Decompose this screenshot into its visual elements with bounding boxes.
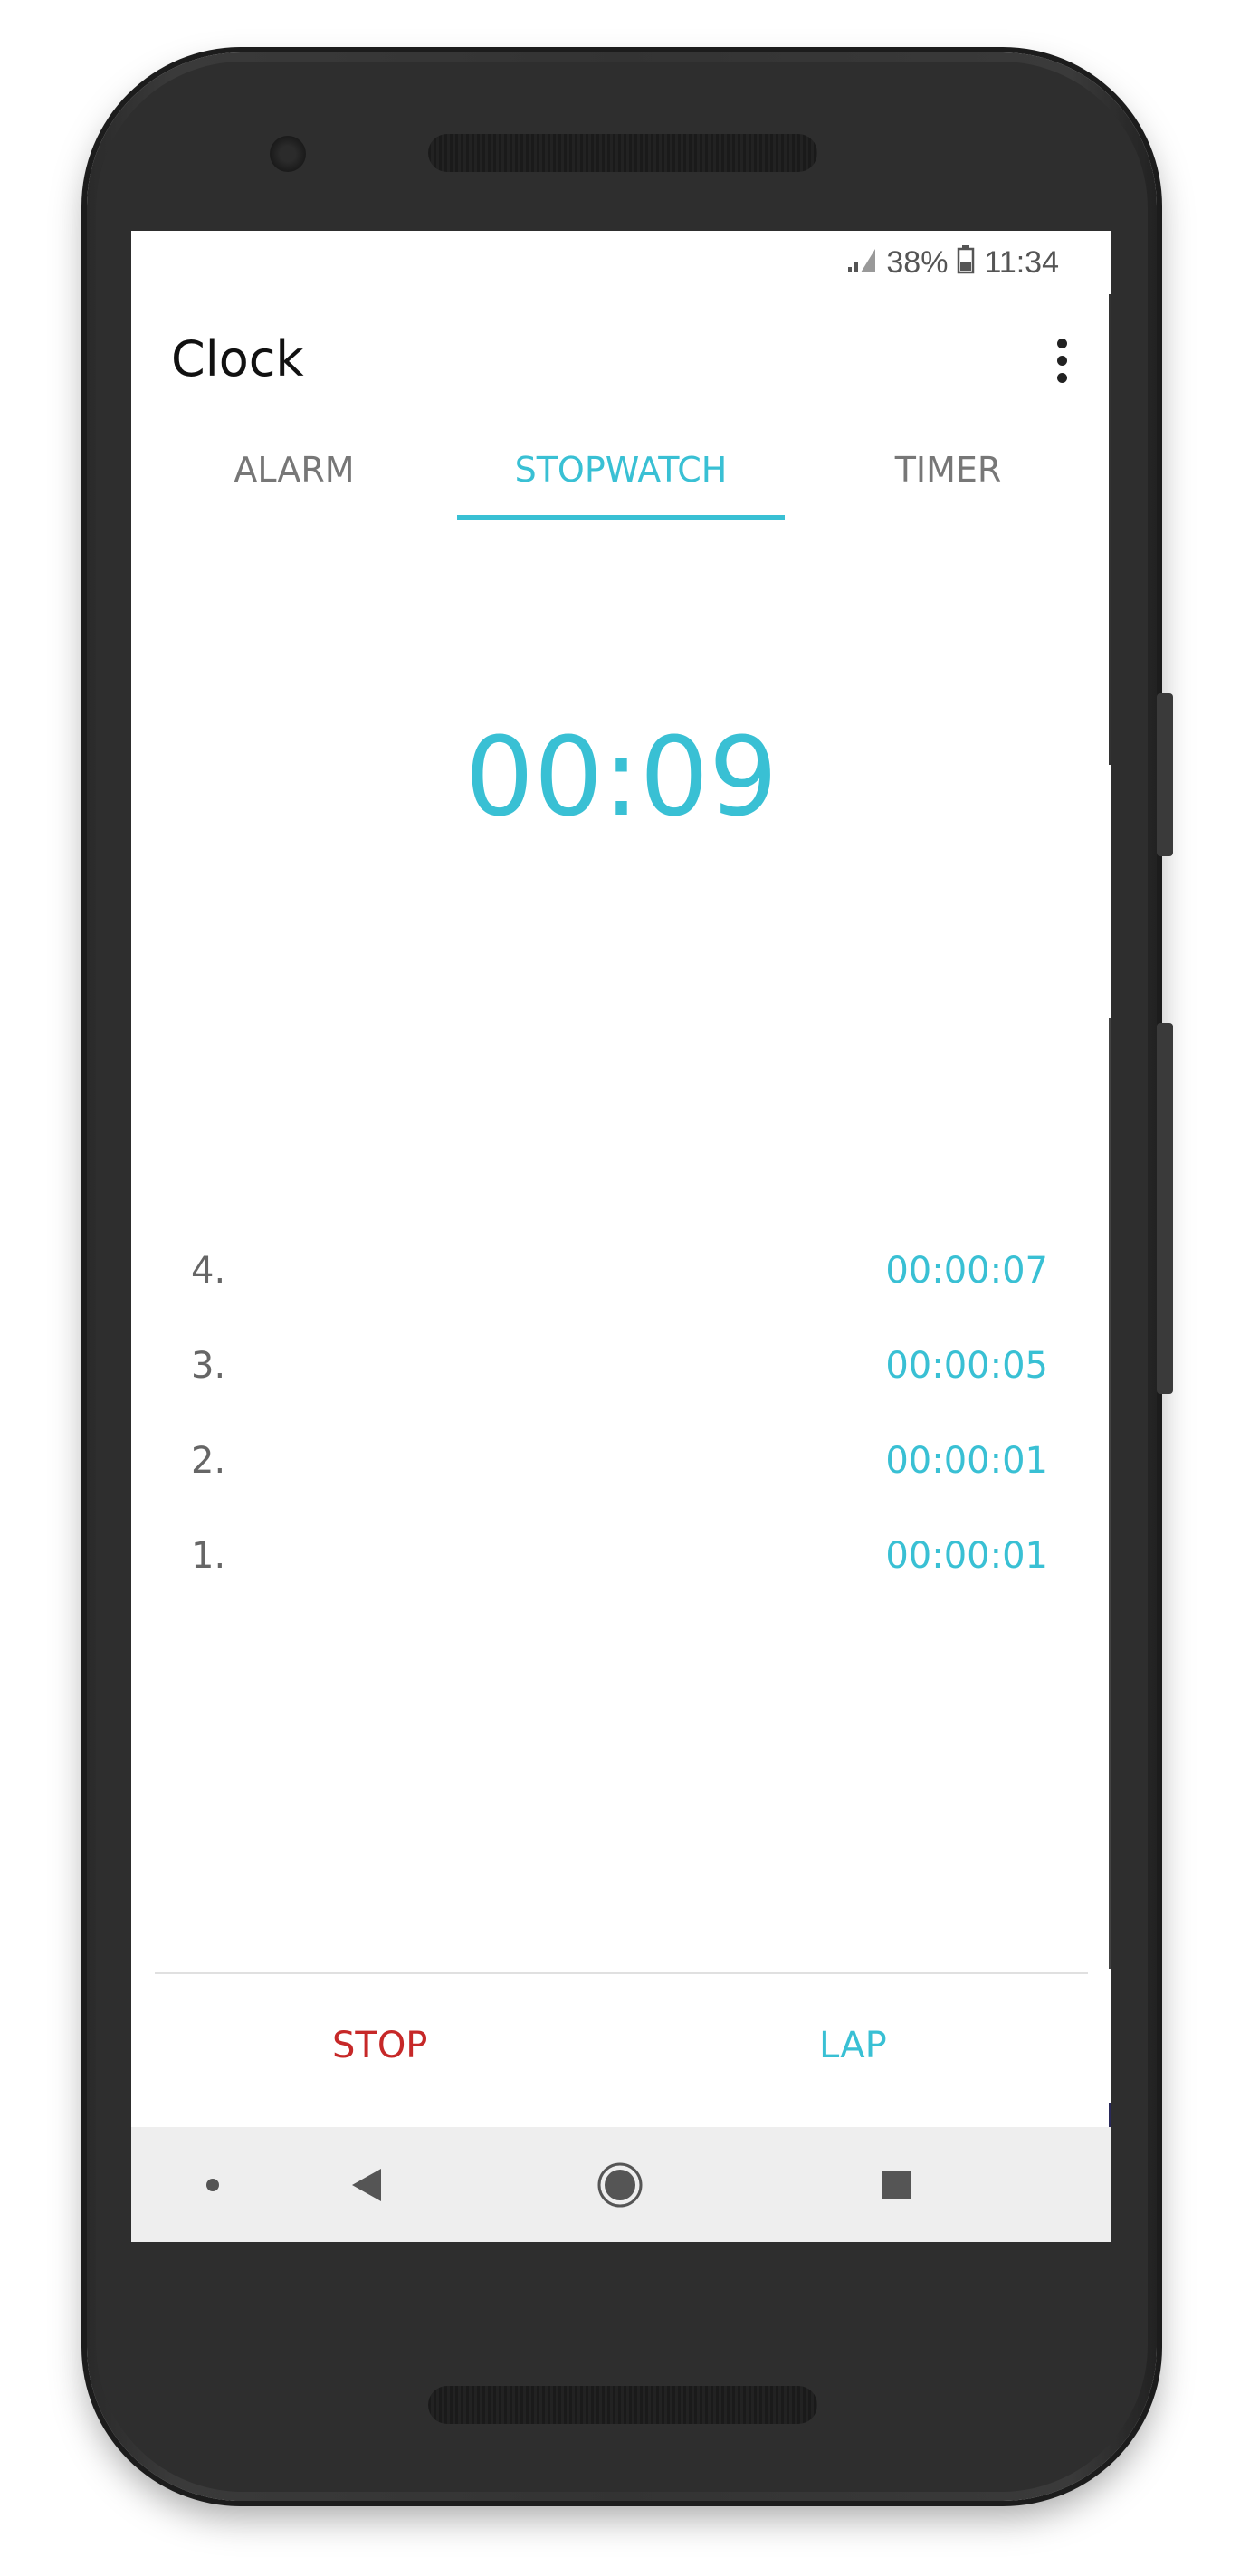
list-item: 1. 00:00:01	[131, 1512, 1111, 1607]
app-title: Clock	[171, 330, 304, 387]
bottom-speaker	[428, 2386, 817, 2424]
tab-timer[interactable]: TIMER	[785, 420, 1111, 520]
tab-stopwatch[interactable]: STOPWATCH	[457, 420, 785, 520]
nav-bar	[131, 2127, 1111, 2242]
tab-timer-label: TIMER	[894, 450, 1002, 490]
scrollbar[interactable]	[1109, 294, 1111, 765]
lap-number: 4.	[191, 1250, 226, 1292]
power-button	[1157, 1023, 1173, 1394]
lap-button[interactable]: LAP	[801, 2014, 905, 2077]
top-speaker	[428, 134, 817, 172]
list-item: 3. 00:00:05	[131, 1321, 1111, 1417]
lap-time: 00:00:01	[885, 1440, 1048, 1482]
battery-percent: 38%	[886, 245, 949, 280]
stopwatch-display: 00:09	[464, 715, 778, 841]
stop-button-label: STOP	[332, 2025, 428, 2066]
lap-time: 00:00:01	[885, 1535, 1048, 1577]
front-camera	[270, 136, 306, 172]
battery-icon	[957, 243, 975, 282]
lap-button-label: LAP	[819, 2025, 887, 2066]
recents-icon[interactable]	[842, 2127, 950, 2242]
volume-button	[1157, 693, 1173, 856]
list-item: 2. 00:00:01	[131, 1417, 1111, 1512]
lap-number: 2.	[191, 1440, 226, 1482]
tab-alarm[interactable]: ALARM	[131, 420, 457, 520]
app-bar: Clock	[131, 289, 1111, 420]
tab-indicator	[457, 515, 785, 520]
home-icon[interactable]	[566, 2127, 674, 2242]
stop-button[interactable]: STOP	[314, 2014, 445, 2077]
tab-stopwatch-label: STOPWATCH	[514, 450, 728, 490]
list-item: 4. 00:00:07	[131, 1226, 1111, 1321]
divider	[155, 1972, 1088, 1974]
lap-time: 00:00:05	[885, 1345, 1048, 1387]
lap-number: 1.	[191, 1535, 226, 1577]
status-time: 11:34	[984, 245, 1059, 280]
more-vert-icon[interactable]	[1048, 336, 1075, 390]
scrollbar-track	[1109, 1018, 1111, 1969]
lap-number: 3.	[191, 1345, 226, 1387]
tab-alarm-label: ALARM	[234, 450, 355, 490]
lap-time: 00:00:07	[885, 1250, 1048, 1292]
dot-icon[interactable]	[176, 2127, 249, 2242]
back-icon[interactable]	[312, 2127, 421, 2242]
screen: 38% 11:34 Clock ALARM STOPWATCH TIMER 00…	[131, 231, 1111, 2242]
lap-list: 4. 00:00:07 3. 00:00:05 2. 00:00:01 1. 0…	[131, 1226, 1111, 1607]
signal-icon	[846, 243, 877, 282]
tab-bar: ALARM STOPWATCH TIMER	[131, 420, 1111, 520]
status-bar: 38% 11:34	[131, 231, 1111, 289]
